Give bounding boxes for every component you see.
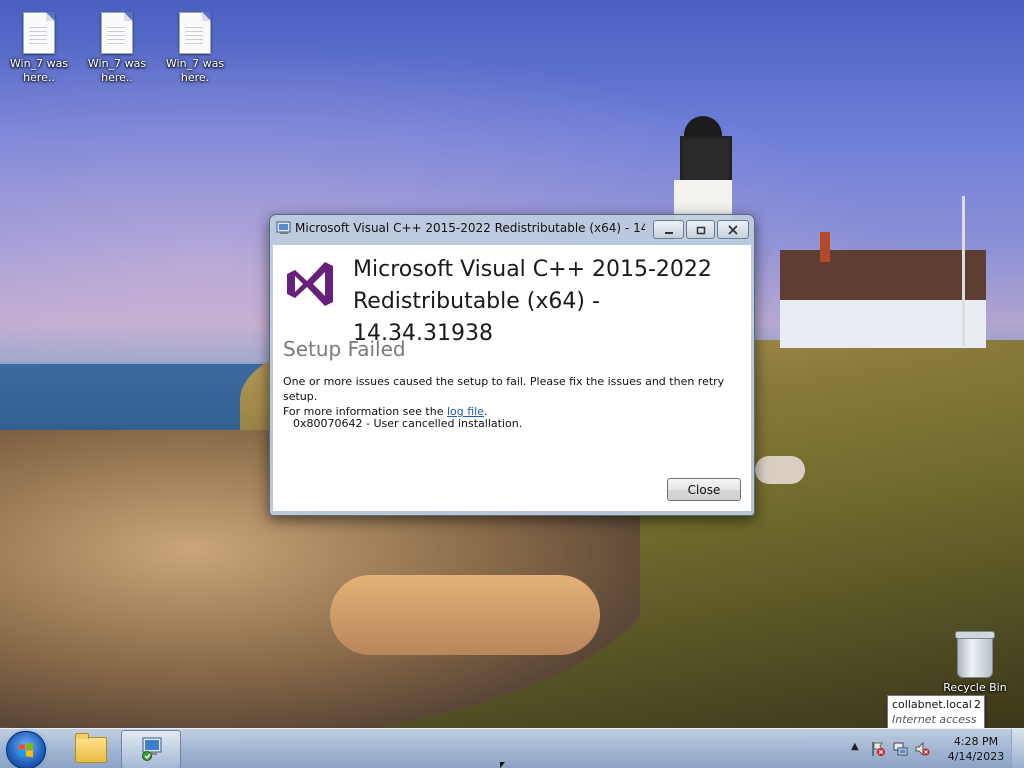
product-title-line1: Microsoft Visual C++ 2015-2022 [353,257,712,282]
desktop-icon-file-1[interactable]: Win_7 was here.. [4,12,74,85]
restore-button[interactable] [686,220,715,239]
text-document-icon [179,12,211,54]
desktop-icon-file-2[interactable]: Win_7 was here.. [82,12,152,85]
close-icon [728,224,738,235]
minimize-button[interactable] [653,220,684,239]
minimize-icon [664,231,673,234]
close-button[interactable]: Close [667,478,741,501]
dialog-title: Microsoft Visual C++ 2015-2022 Redistrib… [295,221,645,235]
setup-installer-icon [142,737,162,761]
wallpaper-flagpole [962,196,965,346]
system-tray: ▲ 4:28 PM 4/14/2023 [834,729,1024,768]
wallpaper-rock [330,575,600,655]
wallpaper-chimney [820,232,830,262]
text-document-icon [23,12,55,54]
text-document-icon [101,12,133,54]
desktop-icon-label: Win_7 was here.. [87,57,147,84]
status-heading: Setup Failed [283,337,406,361]
restore-icon [696,226,705,234]
wallpaper-rock [755,456,805,484]
network-name: collabnet.local [892,698,972,711]
network-number: 2 [974,698,981,711]
windows-explorer-icon [75,733,107,763]
desktop-icon-label: Win_7 was here. [165,57,225,84]
taskbar-setup-button[interactable] [121,730,181,768]
setup-failed-dialog: Microsoft Visual C++ 2015-2022 Redistrib… [269,214,755,516]
product-title-line2: Redistributable (x64) - 14.34.31938 [353,289,600,346]
wallpaper-lighthouse [668,110,738,240]
recycle-bin-icon [955,631,995,678]
error-code: 0x80070642 - User cancelled installation… [293,417,523,430]
wallpaper-house-roof [780,250,986,306]
close-window-button[interactable] [717,220,749,239]
recycle-bin-label: Recycle Bin [943,681,1007,694]
wallpaper-house [780,300,986,348]
taskbar-clock[interactable]: 4:28 PM 4/14/2023 [944,734,1008,764]
clock-date: 4/14/2023 [947,750,1005,763]
show-hidden-icons-arrow[interactable]: ▲ [851,741,859,752]
installer-app-icon [276,221,291,234]
visual-studio-logo-icon [287,262,333,306]
desktop[interactable]: Win_7 was here.. Win_7 was here.. Win_7 … [0,0,1024,768]
volume-muted-icon[interactable] [914,741,930,757]
action-center-flag-icon[interactable] [870,741,886,757]
desktop-icon-label: Win_7 was here.. [9,57,69,84]
dialog-content: Microsoft Visual C++ 2015-2022 Redistrib… [273,245,751,511]
windows-logo-icon [19,742,33,758]
failure-message: One or more issues caused the setup to f… [283,374,743,419]
product-title: Microsoft Visual C++ 2015-2022 Redistrib… [353,254,733,350]
dialog-titlebar[interactable]: Microsoft Visual C++ 2015-2022 Redistrib… [270,215,754,241]
taskbar-explorer-button[interactable] [60,730,118,767]
recycle-bin[interactable]: Recycle Bin [940,631,1010,695]
network-status: Internet access [892,713,977,726]
clock-time: 4:28 PM [953,735,999,748]
network-tooltip: collabnet.local 2 Internet access [887,695,985,729]
network-icon[interactable] [892,741,908,757]
mouse-cursor [500,762,505,768]
show-desktop-button[interactable] [1011,729,1024,768]
failure-message-line1: One or more issues caused the setup to f… [283,375,725,403]
desktop-icon-file-3[interactable]: Win_7 was here. [160,12,230,85]
start-button[interactable] [6,731,46,768]
taskbar: ▲ 4:28 PM 4/14/2023 [0,728,1024,768]
